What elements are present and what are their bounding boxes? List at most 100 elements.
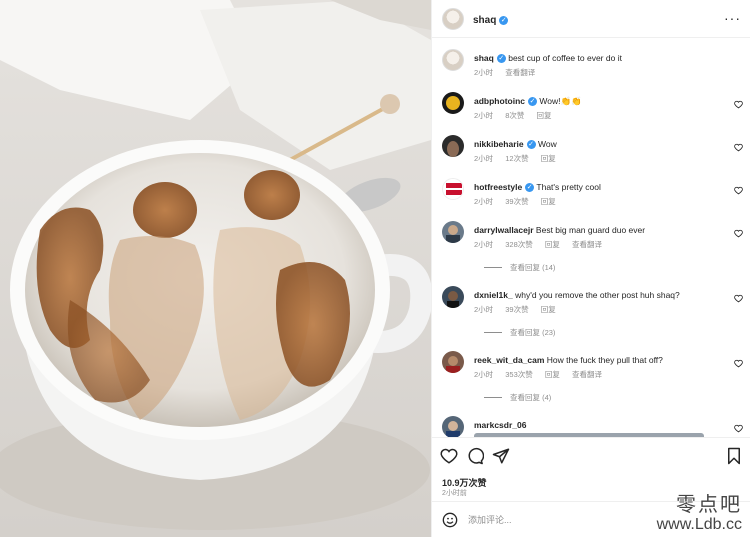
- like-comment-heart-icon[interactable]: [734, 229, 743, 238]
- post-timestamp: 2小时前: [442, 490, 467, 497]
- heart-icon[interactable]: [440, 447, 458, 465]
- comment-body: nikkibeharie ✓ Wow: [474, 139, 724, 150]
- caption-text: best cup of coffee to ever do it: [508, 53, 622, 63]
- like-comment-heart-icon[interactable]: [734, 186, 743, 195]
- reply-button[interactable]: 回复: [541, 154, 556, 163]
- comment-meta: 2小时 328次赞 回复 查看翻译: [474, 239, 612, 250]
- comment-username[interactable]: markcsdr_06: [474, 420, 526, 430]
- avatar-image: [446, 421, 460, 437]
- caption-time: 2小时: [474, 68, 494, 77]
- comment-likes[interactable]: 39次赞: [505, 305, 528, 314]
- add-comment-bar: [432, 501, 750, 537]
- avatar-image: [446, 356, 460, 373]
- comment-time: 2小时: [474, 240, 494, 249]
- reply-button[interactable]: 回复: [545, 240, 560, 249]
- reply-button[interactable]: 回复: [541, 197, 556, 206]
- comment-icon[interactable]: [466, 447, 484, 465]
- post-header: shaq ✓ ···: [432, 0, 750, 38]
- like-comment-heart-icon[interactable]: [734, 143, 743, 152]
- comment-time: 2小时: [474, 197, 494, 206]
- avatar[interactable]: [442, 221, 464, 243]
- like-comment-heart-icon[interactable]: [734, 424, 743, 433]
- verified-badge-icon: ✓: [526, 140, 536, 149]
- view-replies-label[interactable]: 查看回复 (23): [510, 327, 555, 338]
- comment-time: 2小时: [474, 111, 494, 120]
- verified-badge-icon: ✓: [528, 97, 537, 106]
- author-username[interactable]: shaq: [473, 15, 496, 26]
- avatar[interactable]: [442, 178, 464, 200]
- translate-link[interactable]: 查看翻译: [572, 370, 602, 379]
- latte-art-image: [0, 0, 431, 537]
- comment-username[interactable]: dxniel1k_: [474, 290, 513, 300]
- comment-body: hotfreestyle ✓ That's pretty cool: [474, 182, 724, 193]
- comment-username[interactable]: hotfreestyle: [474, 182, 522, 192]
- caption-body: shaq ✓ best cup of coffee to ever do it: [474, 53, 724, 64]
- avatar[interactable]: [442, 92, 464, 114]
- post-details-panel: shaq ✓ ··· shaq ✓ best cup of coffee to ev…: [431, 0, 750, 537]
- reply-button[interactable]: 回复: [545, 370, 560, 379]
- reply-button[interactable]: 回复: [537, 111, 552, 120]
- emoji-icon[interactable]: [442, 512, 458, 528]
- comment-time: 2小时: [474, 370, 494, 379]
- avatar[interactable]: [442, 351, 464, 373]
- avatar-image: [446, 183, 462, 195]
- bookmark-icon[interactable]: [725, 447, 743, 465]
- avatar[interactable]: [442, 49, 464, 71]
- share-icon[interactable]: [492, 447, 510, 465]
- comment-body: reek_wit_da_cam How the fuck they pull t…: [474, 355, 734, 366]
- comment-likes[interactable]: 8次赞: [505, 111, 524, 120]
- translate-link[interactable]: 查看翻译: [505, 68, 535, 77]
- like-comment-heart-icon[interactable]: [734, 100, 743, 109]
- replies-divider: [484, 397, 502, 398]
- comment-text: How the fuck they pull that off?: [546, 355, 663, 365]
- comment-input[interactable]: [468, 514, 618, 525]
- comment-text: why'd you remove the other post huh shaq…: [515, 290, 680, 300]
- verified-badge-icon: ✓: [499, 15, 509, 25]
- comment-text: Wow: [537, 139, 557, 149]
- comment-username[interactable]: reek_wit_da_cam: [474, 355, 544, 365]
- comment-likes[interactable]: 12次赞: [505, 154, 528, 163]
- comment-body: markcsdr_06: [474, 420, 724, 431]
- comment-likes[interactable]: 39次赞: [505, 197, 528, 206]
- comment-username[interactable]: darrylwallacejr: [474, 225, 534, 235]
- comment-text: Best big man guard duo ever: [535, 225, 646, 235]
- view-replies-button[interactable]: 查看回复 (23): [484, 327, 555, 338]
- comments-list[interactable]: shaq ✓ best cup of coffee to ever do it 2…: [432, 39, 750, 437]
- view-replies-label[interactable]: 查看回复 (4): [510, 392, 551, 403]
- comment-username[interactable]: adbphotoinc: [474, 96, 525, 106]
- avatar-image: [446, 225, 460, 243]
- comment-username[interactable]: nikkibeharie: [474, 139, 524, 149]
- like-comment-heart-icon[interactable]: [734, 359, 743, 368]
- post-photo[interactable]: [0, 0, 431, 537]
- replies-divider: [484, 267, 502, 268]
- view-replies-label[interactable]: 查看回复 (14): [510, 262, 555, 273]
- comment-meta: 2小时 353次赞 回复 查看翻译: [474, 369, 612, 380]
- translate-link[interactable]: 查看翻译: [572, 240, 602, 249]
- avatar[interactable]: [442, 135, 464, 157]
- like-comment-heart-icon[interactable]: [734, 294, 743, 303]
- comment-body: dxniel1k_ why'd you remove the other pos…: [474, 290, 734, 301]
- avatar-image: [446, 96, 460, 110]
- comment-meta: 2小时 39次赞 回复: [474, 304, 566, 315]
- comment-text: Wow!👏👏: [539, 96, 582, 106]
- comment-time: 2小时: [474, 305, 494, 314]
- caption-meta: 2小时 查看翻译: [474, 67, 545, 78]
- comment-likes[interactable]: 353次赞: [505, 370, 533, 379]
- view-replies-button[interactable]: 查看回复 (14): [484, 262, 555, 273]
- comment-likes[interactable]: 328次赞: [505, 240, 533, 249]
- avatar[interactable]: [442, 286, 464, 308]
- avatar[interactable]: [442, 7, 464, 30]
- reply-button[interactable]: 回复: [541, 305, 556, 314]
- avatar[interactable]: [442, 416, 464, 437]
- comment-meta: 2小时 39次赞 回复: [474, 196, 566, 207]
- view-replies-button[interactable]: 查看回复 (4): [484, 392, 551, 403]
- avatar-image: [447, 141, 459, 157]
- verified-badge-icon: ✓: [496, 54, 506, 63]
- avatar-image: [447, 291, 459, 308]
- comment-text: That's pretty cool: [536, 182, 601, 192]
- more-options-icon[interactable]: ···: [724, 11, 741, 25]
- author-name-wrap[interactable]: shaq ✓: [473, 10, 509, 28]
- action-bar: 10.9万次赞 2小时前: [432, 437, 750, 501]
- comment-time: 2小时: [474, 154, 494, 163]
- caption-username[interactable]: shaq: [474, 53, 494, 63]
